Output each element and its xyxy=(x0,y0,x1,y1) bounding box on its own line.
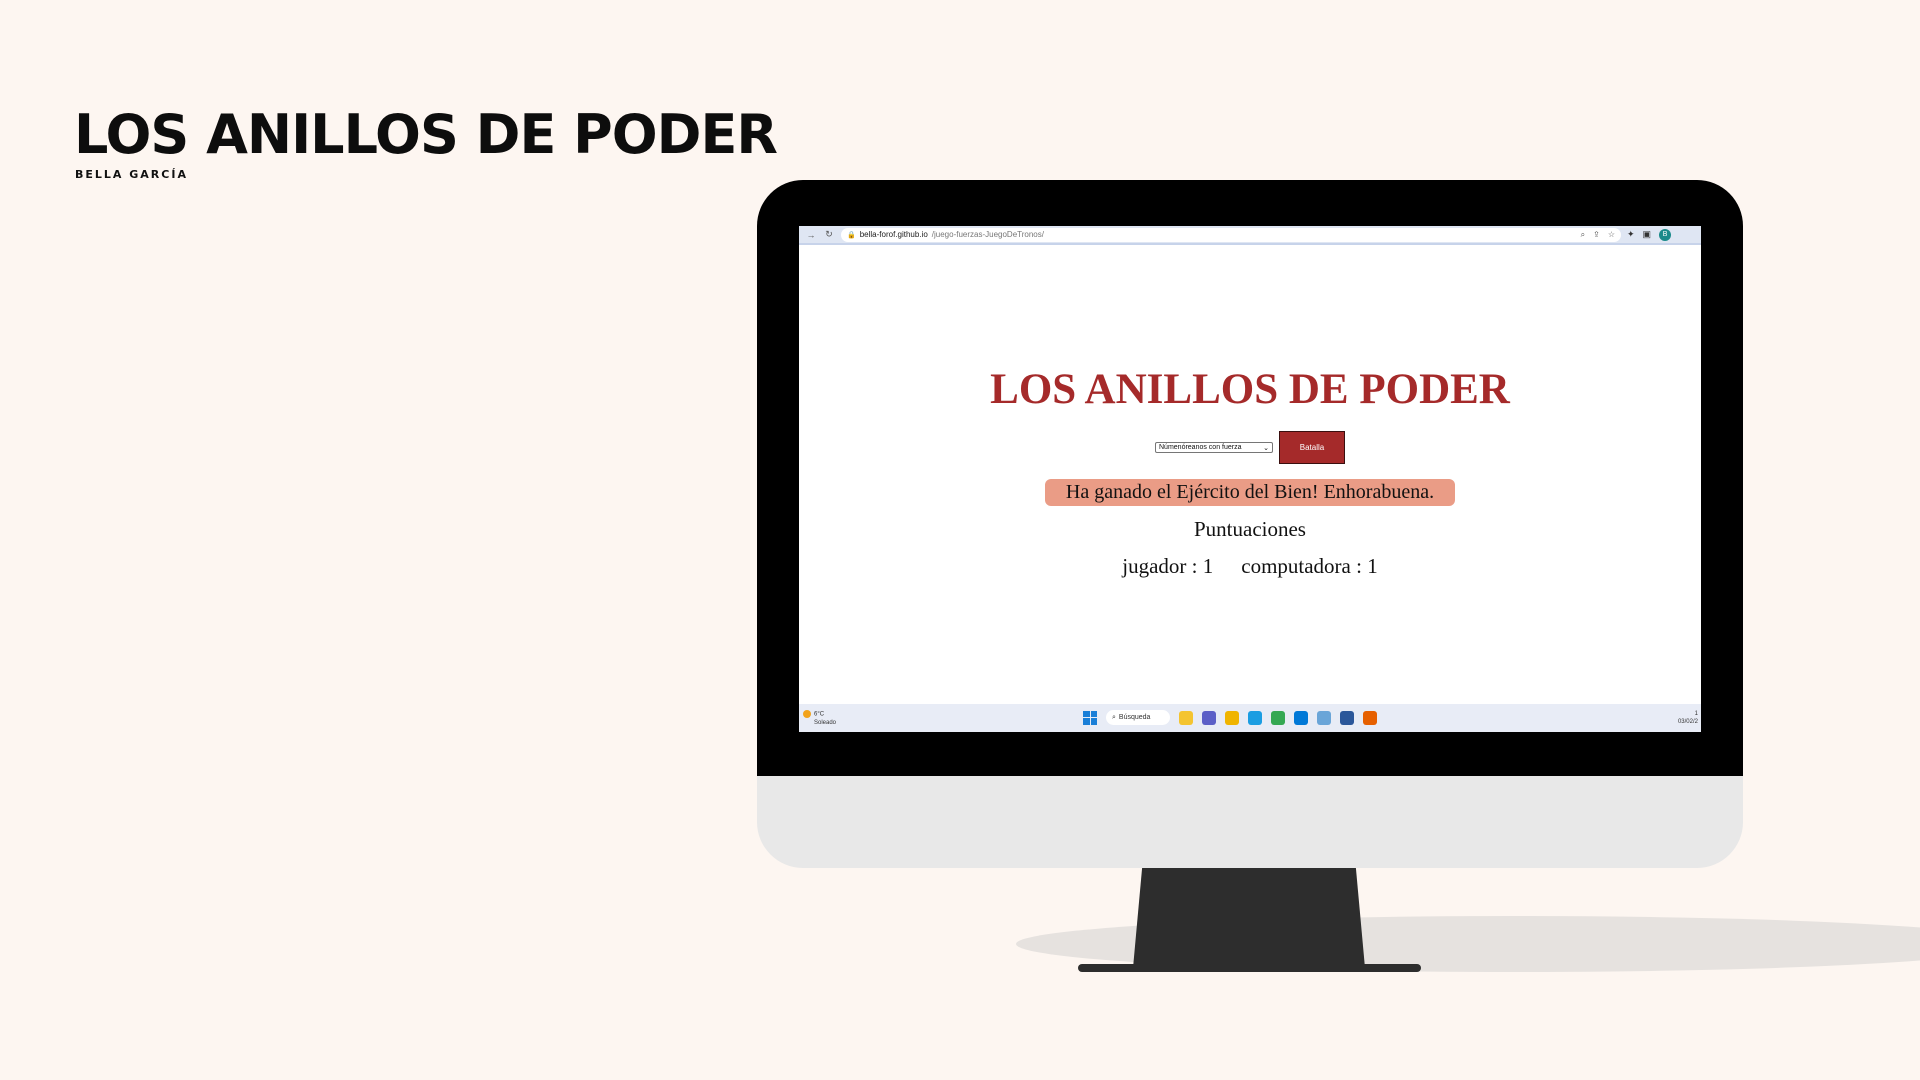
army-select-value: Númenóreanos con fuerza xyxy=(1159,444,1242,451)
player-score: jugador : 1 xyxy=(1122,554,1214,578)
slide-title: LOS ANILLOS DE PODER xyxy=(74,103,778,166)
battle-button[interactable]: Batalla xyxy=(1279,431,1345,464)
taskbar: 6°C Soleado ⌕ Búsqueda 1 03/02/2 xyxy=(799,704,1701,732)
slide-author: BELLA GARCÍA xyxy=(75,168,188,181)
taskbar-search-label: Búsqueda xyxy=(1118,714,1151,721)
monitor-stand xyxy=(1133,866,1365,968)
zoom-icon[interactable]: ⌕ xyxy=(1581,230,1585,240)
computer-score: computadora : 1 xyxy=(1241,554,1378,578)
monitor-stand-foot xyxy=(1078,964,1421,972)
web-page: LOS ANILLOS DE PODER Númenóreanos con fu… xyxy=(799,247,1701,704)
windows-start-icon[interactable] xyxy=(1083,710,1097,725)
chevron-down-icon: ⌄ xyxy=(1263,444,1269,452)
browser-toolbar: → ↻ 🔒 bella-forof.github.io/juego-fuerza… xyxy=(799,226,1701,245)
clock[interactable]: 1 03/02/2 xyxy=(1678,710,1698,726)
address-bar[interactable]: 🔒 bella-forof.github.io/juego-fuerzas-Ju… xyxy=(841,227,1621,242)
reload-icon[interactable]: ↻ xyxy=(823,229,835,240)
url-path: /juego-fuerzas-JuegoDeTronos/ xyxy=(931,230,1044,239)
taskbar-search[interactable]: ⌕ Búsqueda xyxy=(1106,710,1170,725)
word-icon[interactable] xyxy=(1340,710,1354,725)
firefox-icon[interactable] xyxy=(1363,710,1377,725)
bookmark-star-icon[interactable]: ☆ xyxy=(1608,230,1615,240)
weather-temp: 6°C xyxy=(814,711,825,718)
army-select[interactable]: Númenóreanos con fuerza ⌄ xyxy=(1155,442,1273,453)
sidepanel-icon[interactable]: ▣ xyxy=(1643,229,1652,240)
weather-widget[interactable]: 6°C Soleado xyxy=(803,710,836,727)
game-title: LOS ANILLOS DE PODER xyxy=(990,366,1510,413)
sun-icon xyxy=(803,710,811,718)
notepad-icon[interactable] xyxy=(1317,710,1331,725)
monitor-chin xyxy=(757,776,1743,868)
battle-controls: Númenóreanos con fuerza ⌄ Batalla xyxy=(799,431,1701,464)
edge-icon[interactable] xyxy=(1248,710,1262,725)
file-explorer-icon[interactable] xyxy=(1179,710,1193,725)
result-message: Ha ganado el Ejército del Bien! Enhorabu… xyxy=(1045,479,1455,506)
url-domain: bella-forof.github.io xyxy=(859,230,928,239)
taskbar-apps: ⌕ Búsqueda xyxy=(1083,710,1377,725)
screen: → ↻ 🔒 bella-forof.github.io/juego-fuerza… xyxy=(799,226,1701,732)
folder-icon[interactable] xyxy=(1225,710,1239,725)
vscode-icon[interactable] xyxy=(1294,710,1308,725)
lock-icon: 🔒 xyxy=(847,231,856,239)
weather-desc: Soleado xyxy=(814,719,837,726)
monitor: → ↻ 🔒 bella-forof.github.io/juego-fuerza… xyxy=(757,180,1743,868)
share-icon[interactable]: ⇪ xyxy=(1593,230,1600,240)
scores-heading: Puntuaciones xyxy=(1194,517,1306,541)
forward-icon[interactable]: → xyxy=(805,230,817,240)
teams-icon[interactable] xyxy=(1202,710,1216,725)
chrome-icon[interactable] xyxy=(1271,710,1285,725)
clock-date: 03/02/2 xyxy=(1677,719,1698,725)
clock-time: 1 xyxy=(1694,711,1698,717)
search-icon: ⌕ xyxy=(1112,713,1116,721)
extensions-icon[interactable]: ✦ xyxy=(1627,229,1635,240)
scores-row: jugador : 1 computadora : 1 xyxy=(799,554,1701,579)
profile-avatar[interactable]: B xyxy=(1659,228,1672,241)
